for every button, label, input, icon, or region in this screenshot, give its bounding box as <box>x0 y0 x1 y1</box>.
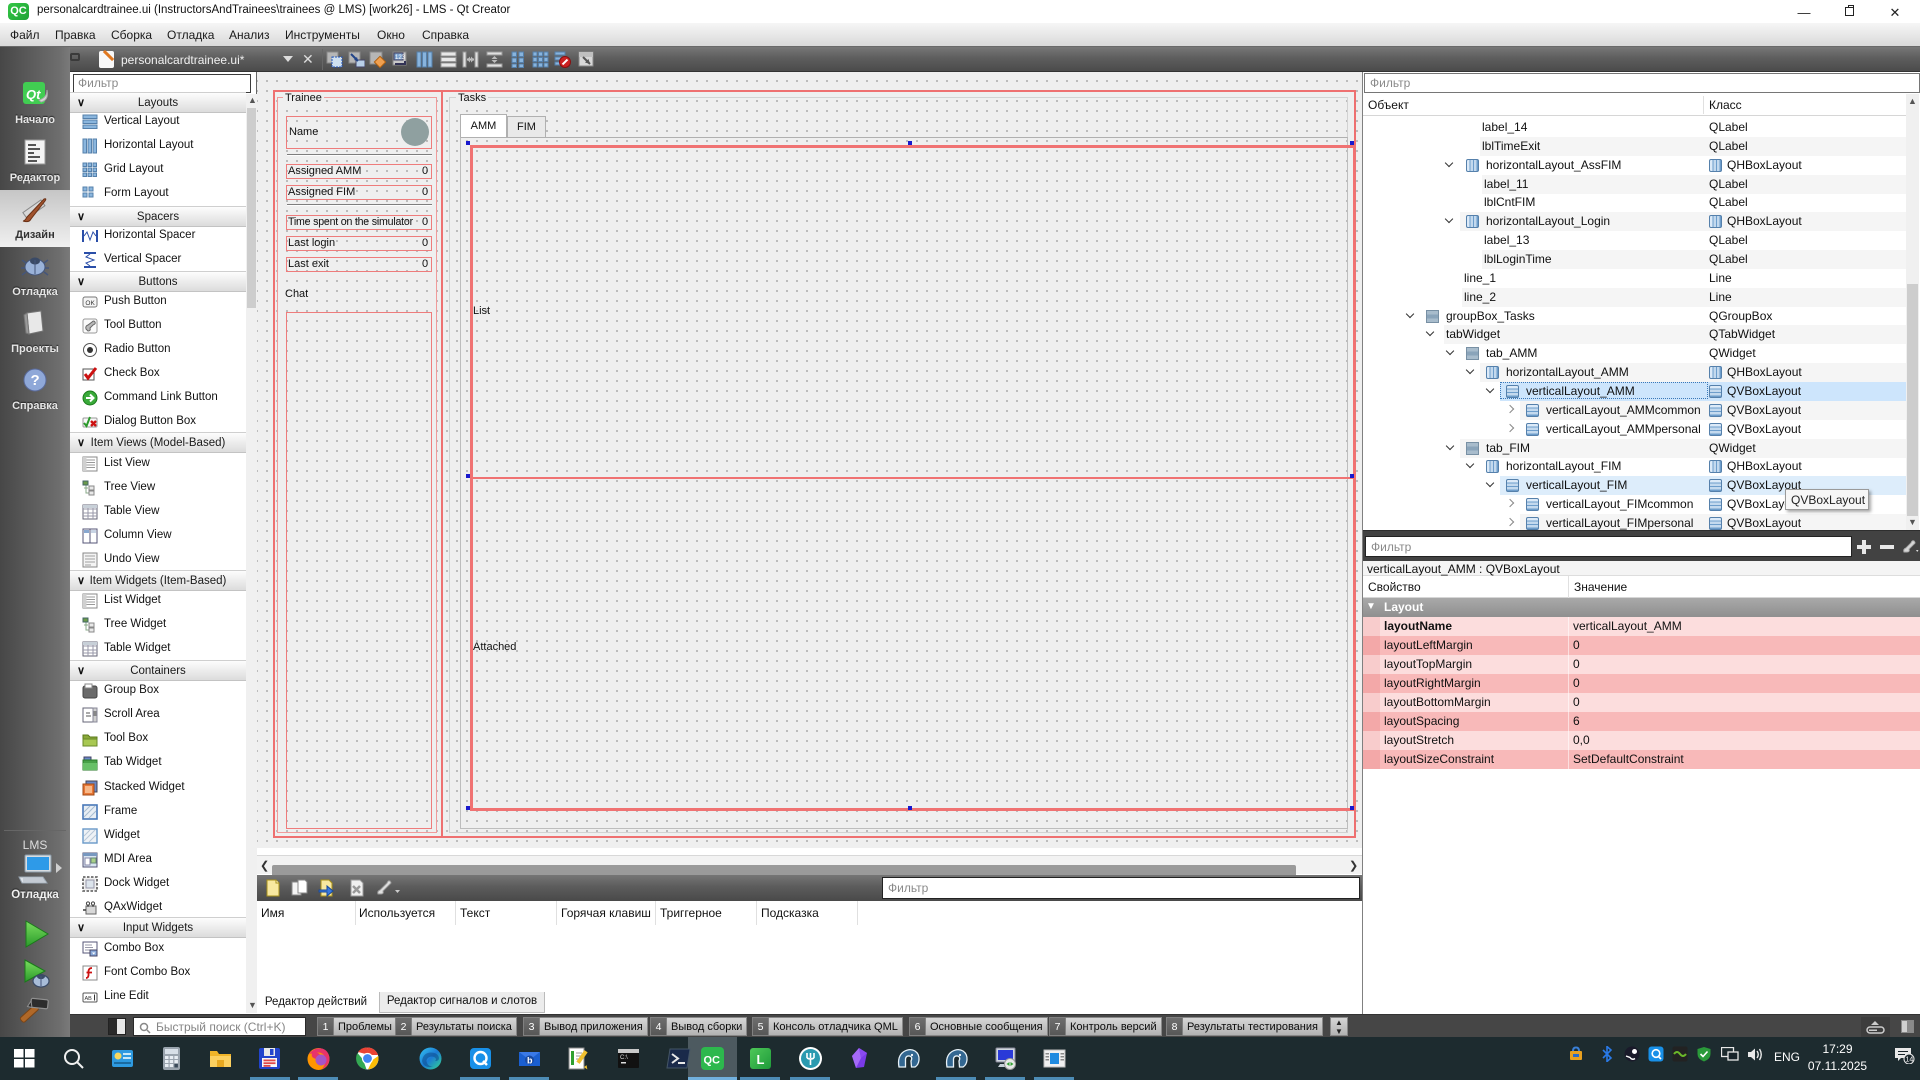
svg-text:QC: QC <box>704 1055 721 1067</box>
svg-text:C:\: C:\ <box>620 1055 628 1061</box>
svg-text:AB: AB <box>85 996 93 1002</box>
svg-text:123: 123 <box>395 55 406 61</box>
svg-text:?: ? <box>31 372 40 389</box>
svg-text:L: L <box>757 1052 765 1067</box>
svg-text:14: 14 <box>1906 1057 1914 1064</box>
svg-text:b: b <box>527 1056 533 1066</box>
svg-text:OK: OK <box>85 300 95 307</box>
